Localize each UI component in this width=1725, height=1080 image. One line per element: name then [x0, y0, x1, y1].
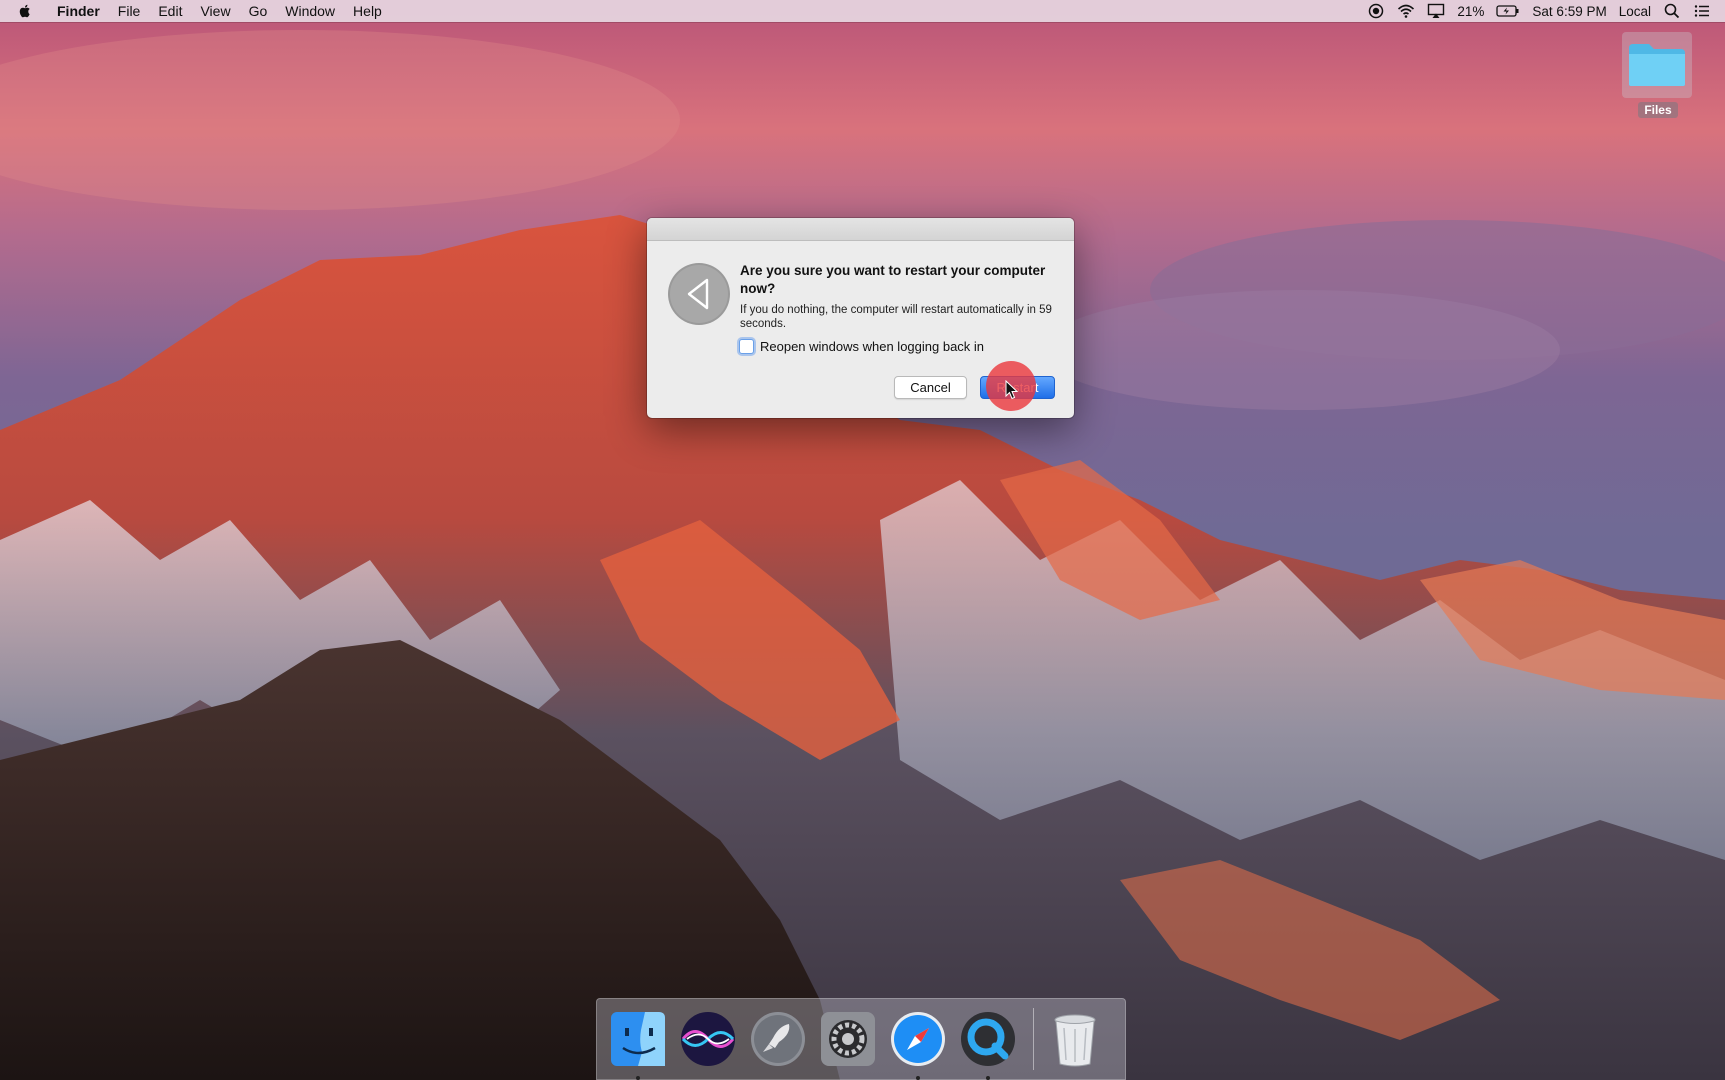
desktop-wallpaper [0, 0, 1725, 1080]
dialog-title: Are you sure you want to restart your co… [740, 263, 1046, 296]
mouse-cursor-icon [1005, 380, 1019, 400]
menu-bar-clock[interactable]: Sat 6:59 PM [1532, 4, 1606, 19]
cancel-button[interactable]: Cancel [894, 376, 967, 399]
dock-running-indicator [986, 1076, 990, 1080]
reopen-windows-label[interactable]: Reopen windows when logging back in [760, 339, 984, 354]
menu-edit[interactable]: Edit [149, 0, 191, 22]
dock [596, 998, 1126, 1080]
dock-separator [1033, 1008, 1034, 1070]
spotlight-search-icon[interactable] [1663, 2, 1681, 20]
wifi-icon[interactable] [1397, 2, 1415, 20]
menu-bar-left: Finder File Edit View Go Window Help [0, 0, 391, 22]
menu-go[interactable]: Go [240, 0, 277, 22]
reopen-windows-option[interactable]: Reopen windows when logging back in [739, 339, 984, 354]
battery-percent: 21% [1457, 3, 1485, 19]
folder-icon [1629, 44, 1685, 86]
desktop-icon-label: Files [1638, 102, 1678, 118]
menu-help[interactable]: Help [344, 0, 391, 22]
dock-trash[interactable] [1046, 1010, 1104, 1068]
menu-view[interactable]: View [191, 0, 239, 22]
restart-confirmation-dialog: Are you sure you want to restart your co… [647, 218, 1074, 418]
finder-icon [611, 1012, 665, 1066]
dock-finder[interactable] [609, 1010, 667, 1080]
airplay-icon[interactable] [1427, 2, 1445, 20]
menu-bar: Finder File Edit View Go Window Help 21%… [0, 0, 1725, 22]
dock-running-indicator [636, 1076, 640, 1080]
dock-siri[interactable] [679, 1010, 737, 1068]
menu-file[interactable]: File [109, 0, 150, 22]
menu-app-name[interactable]: Finder [48, 0, 109, 22]
dock-quicktime[interactable] [959, 1010, 1017, 1080]
dialog-titlebar[interactable] [647, 218, 1074, 241]
dock-safari[interactable] [889, 1010, 947, 1080]
folder-selection-frame [1622, 32, 1692, 98]
quicktime-icon [961, 1012, 1015, 1066]
screen-record-icon[interactable] [1367, 2, 1385, 20]
trash-icon [1054, 1014, 1096, 1067]
siri-icon [681, 1012, 735, 1066]
notification-center-icon[interactable] [1693, 2, 1711, 20]
dialog-message: If you do nothing, the computer will res… [740, 304, 1052, 330]
apple-menu-icon[interactable] [16, 2, 34, 20]
dock-system-preferences[interactable] [819, 1010, 877, 1068]
menu-bar-status: 21% Sat 6:59 PM Local [1367, 2, 1725, 20]
menu-window[interactable]: Window [276, 0, 344, 22]
desktop-folder-files[interactable]: Files [1622, 32, 1694, 119]
launchpad-icon [751, 1012, 805, 1066]
dock-launchpad[interactable] [749, 1010, 807, 1068]
reopen-windows-checkbox[interactable] [739, 339, 754, 354]
system-preferences-icon [821, 1012, 875, 1066]
dock-running-indicator [916, 1076, 920, 1080]
restart-alert-icon [668, 263, 730, 325]
menu-bar-user[interactable]: Local [1619, 4, 1651, 19]
safari-icon [891, 1012, 945, 1066]
battery-charging-icon[interactable] [1496, 2, 1520, 20]
